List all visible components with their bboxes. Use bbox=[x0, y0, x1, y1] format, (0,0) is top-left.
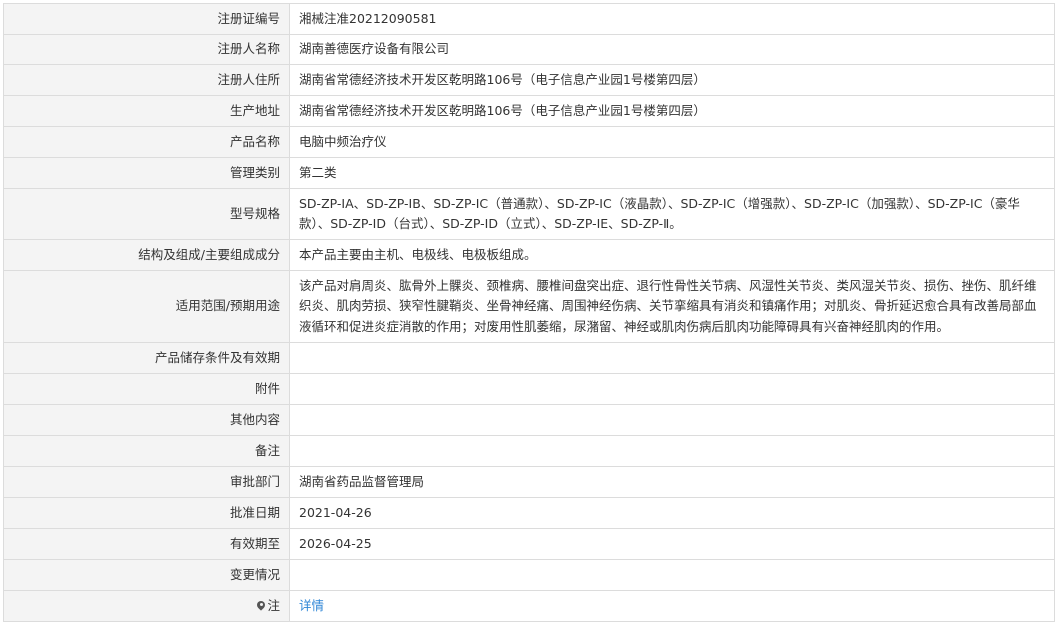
value-management-class: 第二类 bbox=[289, 157, 1055, 189]
row-intended-use: 适用范围/预期用途 该产品对肩周炎、肱骨外上髁炎、颈椎病、腰椎间盘突出症、退行性… bbox=[3, 270, 1055, 343]
value-registration-number: 湘械注准20212090581 bbox=[289, 3, 1055, 35]
value-change-status bbox=[289, 559, 1055, 591]
label-product-name: 产品名称 bbox=[3, 126, 290, 158]
row-product-name: 产品名称 电脑中频治疗仪 bbox=[3, 126, 1055, 158]
row-management-class: 管理类别 第二类 bbox=[3, 157, 1055, 189]
value-approval-date: 2021-04-26 bbox=[289, 497, 1055, 529]
value-remarks bbox=[289, 435, 1055, 467]
row-storage-validity: 产品储存条件及有效期 bbox=[3, 342, 1055, 374]
row-attachment: 附件 bbox=[3, 373, 1055, 405]
value-registrant-address: 湖南省常德经济技术开发区乾明路106号（电子信息产业园1号楼第四层） bbox=[289, 64, 1055, 96]
row-approval-department: 审批部门 湖南省药品监督管理局 bbox=[3, 466, 1055, 498]
value-approval-department: 湖南省药品监督管理局 bbox=[289, 466, 1055, 498]
row-model-spec: 型号规格 SD-ZP-IA、SD-ZP-IB、SD-ZP-IC（普通款）、SD-… bbox=[3, 188, 1055, 240]
row-other-content: 其他内容 bbox=[3, 404, 1055, 436]
row-remarks: 备注 bbox=[3, 435, 1055, 467]
row-registration-number: 注册证编号 湘械注准20212090581 bbox=[3, 3, 1055, 35]
label-production-address: 生产地址 bbox=[3, 95, 290, 127]
value-valid-until: 2026-04-25 bbox=[289, 528, 1055, 560]
value-intended-use: 该产品对肩周炎、肱骨外上髁炎、颈椎病、腰椎间盘突出症、退行性骨性关节病、风湿性关… bbox=[289, 270, 1055, 343]
label-other-content: 其他内容 bbox=[3, 404, 290, 436]
label-remarks: 备注 bbox=[3, 435, 290, 467]
label-approval-department: 审批部门 bbox=[3, 466, 290, 498]
value-storage-validity bbox=[289, 342, 1055, 374]
value-other-content bbox=[289, 404, 1055, 436]
value-production-address: 湖南省常德经济技术开发区乾明路106号（电子信息产业园1号楼第四层） bbox=[289, 95, 1055, 127]
value-structure-composition: 本产品主要由主机、电极线、电极板组成。 bbox=[289, 239, 1055, 271]
row-note: 注 详情 bbox=[3, 590, 1055, 622]
label-valid-until: 有效期至 bbox=[3, 528, 290, 560]
note-label: 注 bbox=[267, 597, 280, 613]
row-registrant-name: 注册人名称 湖南善德医疗设备有限公司 bbox=[3, 34, 1055, 65]
value-attachment bbox=[289, 373, 1055, 405]
row-structure-composition: 结构及组成/主要组成成分 本产品主要由主机、电极线、电极板组成。 bbox=[3, 239, 1055, 271]
label-structure-composition: 结构及组成/主要组成成分 bbox=[3, 239, 290, 271]
details-link[interactable]: 详情 bbox=[299, 598, 324, 613]
label-intended-use: 适用范围/预期用途 bbox=[3, 270, 290, 343]
label-note: 注 bbox=[3, 590, 290, 622]
label-registrant-address: 注册人住所 bbox=[3, 64, 290, 96]
label-storage-validity: 产品储存条件及有效期 bbox=[3, 342, 290, 374]
label-registration-number: 注册证编号 bbox=[3, 3, 290, 35]
registration-detail-table-wrapper: 注册证编号 湘械注准20212090581 注册人名称 湖南善德医疗设备有限公司… bbox=[3, 3, 1055, 622]
label-registrant-name: 注册人名称 bbox=[3, 34, 290, 65]
label-model-spec: 型号规格 bbox=[3, 188, 290, 240]
label-attachment: 附件 bbox=[3, 373, 290, 405]
label-management-class: 管理类别 bbox=[3, 157, 290, 189]
value-registrant-name: 湖南善德医疗设备有限公司 bbox=[289, 34, 1055, 65]
pin-icon bbox=[257, 601, 265, 611]
registration-detail-table: 注册证编号 湘械注准20212090581 注册人名称 湖南善德医疗设备有限公司… bbox=[3, 3, 1055, 622]
row-production-address: 生产地址 湖南省常德经济技术开发区乾明路106号（电子信息产业园1号楼第四层） bbox=[3, 95, 1055, 127]
value-note: 详情 bbox=[289, 590, 1055, 622]
row-registrant-address: 注册人住所 湖南省常德经济技术开发区乾明路106号（电子信息产业园1号楼第四层） bbox=[3, 64, 1055, 96]
label-approval-date: 批准日期 bbox=[3, 497, 290, 529]
row-change-status: 变更情况 bbox=[3, 559, 1055, 591]
value-product-name: 电脑中频治疗仪 bbox=[289, 126, 1055, 158]
row-valid-until: 有效期至 2026-04-25 bbox=[3, 528, 1055, 560]
value-model-spec: SD-ZP-IA、SD-ZP-IB、SD-ZP-IC（普通款）、SD-ZP-IC… bbox=[289, 188, 1055, 240]
row-approval-date: 批准日期 2021-04-26 bbox=[3, 497, 1055, 529]
label-change-status: 变更情况 bbox=[3, 559, 290, 591]
